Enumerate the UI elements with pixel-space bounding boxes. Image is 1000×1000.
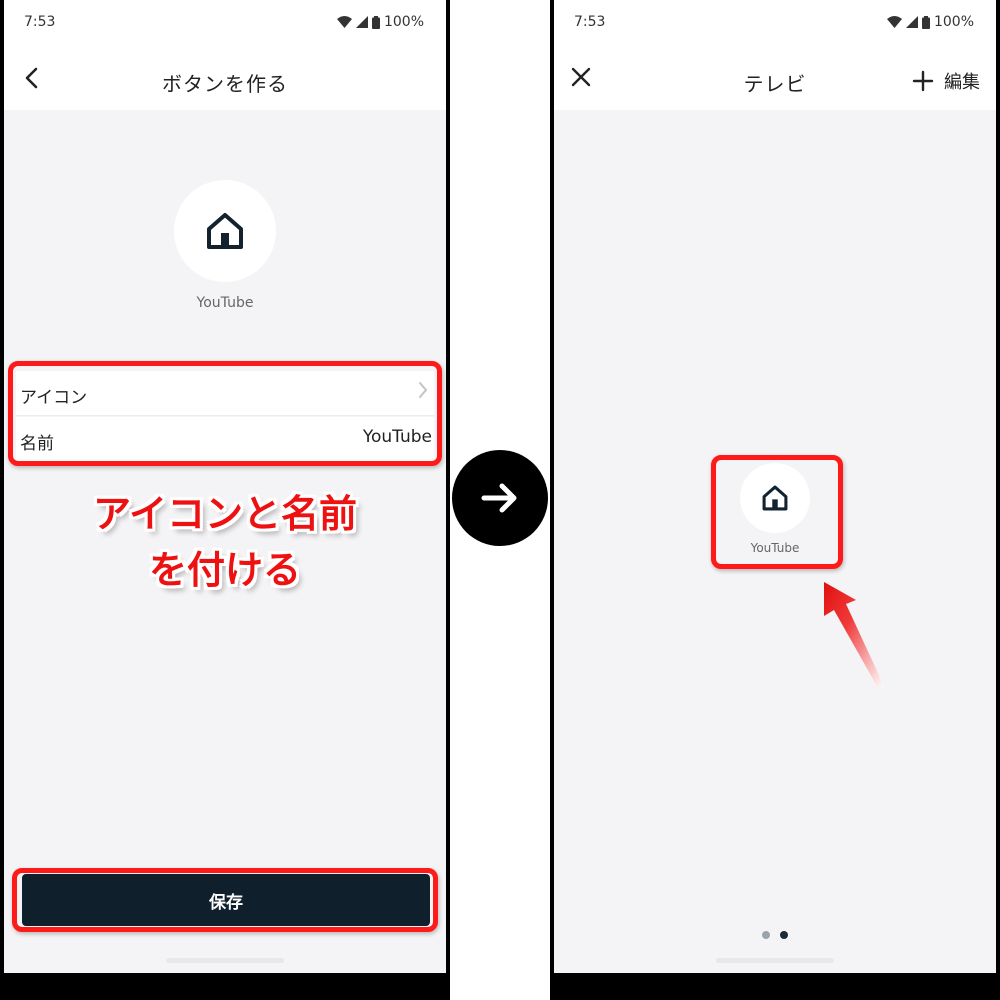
edit-button[interactable]: 編集	[944, 68, 980, 94]
wifi-icon	[336, 16, 352, 28]
preview-label: YouTube	[196, 295, 254, 311]
battery-percent: 100%	[383, 14, 424, 30]
status-bar: 7:53 100%	[554, 0, 996, 48]
settings-highlight	[8, 361, 442, 466]
signal-icon	[905, 16, 918, 28]
status-bar: 7:53 100%	[4, 0, 446, 48]
pager-dot-2[interactable]	[780, 931, 788, 939]
create-button-screen: 7:53 100% ボタンを作る YouTube アイコン 名前 YouTube…	[4, 0, 446, 973]
icon-preview	[174, 180, 276, 282]
wifi-icon	[886, 16, 902, 28]
annotation-line-1: アイコンと名前	[92, 492, 358, 536]
battery-icon	[921, 15, 930, 29]
add-edit-group: 編集	[912, 68, 980, 94]
annotation-line-2: を付ける	[148, 548, 301, 592]
transition-arrow	[452, 450, 548, 546]
gesture-bar	[716, 958, 834, 963]
app-bar: テレビ 編集	[554, 48, 996, 110]
pointer-arrow	[824, 582, 884, 688]
pager-dot-1[interactable]	[762, 931, 770, 939]
new-button-highlight	[711, 455, 843, 569]
gesture-bar	[166, 958, 284, 963]
signal-icon	[355, 16, 368, 28]
phone-left: 7:53 100% ボタンを作る YouTube アイコン 名前 YouTube…	[0, 0, 450, 1000]
app-bar: ボタンを作る	[4, 48, 446, 110]
tv-remote-screen: 7:53 100% テレビ 編集 YouTube	[554, 0, 996, 973]
battery-percent: 100%	[933, 14, 974, 30]
status-time: 7:53	[574, 14, 606, 30]
arrow-right-icon	[481, 483, 517, 513]
phone-right: 7:53 100% テレビ 編集 YouTube	[550, 0, 1000, 1000]
home-icon	[207, 213, 243, 249]
save-highlight	[12, 868, 438, 932]
battery-icon	[371, 15, 380, 29]
status-time: 7:53	[24, 14, 56, 30]
page-title: ボタンを作る	[162, 72, 288, 96]
status-icons: 100%	[336, 14, 424, 30]
status-icons: 100%	[886, 14, 974, 30]
plus-icon[interactable]	[912, 70, 934, 92]
